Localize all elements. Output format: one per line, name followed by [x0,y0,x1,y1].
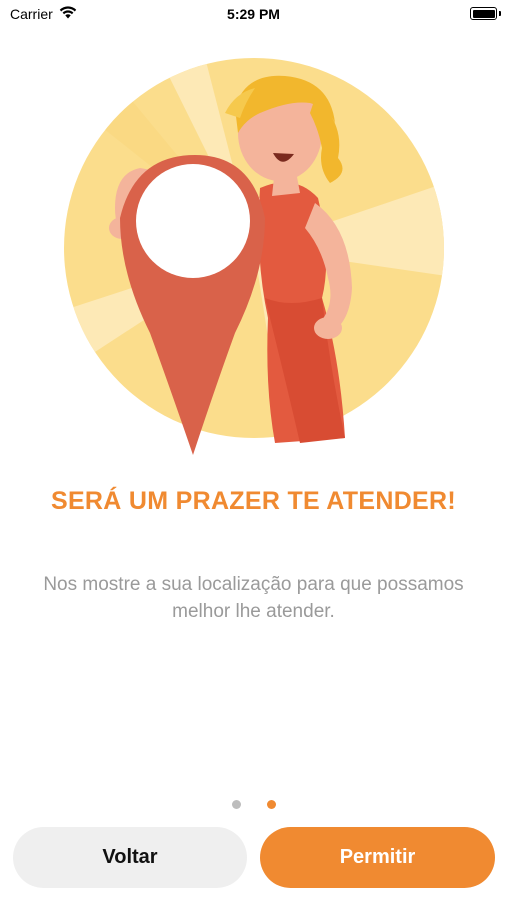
battery-fill [472,9,495,18]
page-dot-1[interactable] [231,800,241,809]
onboarding-description: Nos mostre a sua localização para que po… [43,574,464,622]
onboarding-title: SERÁ UM PRAZER TE ATENDER! [50,487,457,515]
back-button[interactable]: Voltar [13,827,247,888]
status-time: 5:29 PM [227,6,280,22]
allow-button[interactable]: Permitir [260,827,495,888]
page-indicator [0,800,507,809]
location-illustration [60,58,450,458]
status-bar: Carrier 5:29 PM [0,0,507,30]
page-dot-2-active[interactable] [266,800,276,809]
battery-tip [499,11,501,16]
battery-icon [470,7,497,20]
